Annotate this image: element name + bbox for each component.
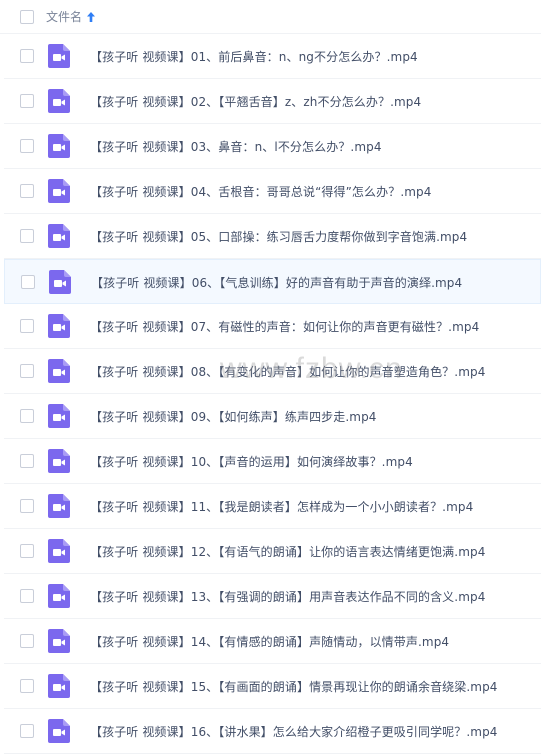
file-name[interactable]: 【孩子听 视频课】01、前后鼻音：n、ng不分怎么办？.mp4 xyxy=(90,48,418,65)
file-row-checkbox[interactable] xyxy=(20,679,34,693)
file-name[interactable]: 【孩子听 视频课】11、【我是朗读者】怎样成为一个小小朗读者？.mp4 xyxy=(90,498,473,515)
file-name[interactable]: 【孩子听 视频课】12、【有语气的朗诵】让你的语言表达情绪更饱满.mp4 xyxy=(90,543,485,560)
file-row[interactable]: 【孩子听 视频课】16、【讲水果】怎么给大家介绍橙子更吸引同学呢？.mp4 xyxy=(4,709,541,754)
file-row[interactable]: 【孩子听 视频课】13、【有强调的朗诵】用声音表达作品不同的含义.mp4 xyxy=(4,574,541,619)
file-row-checkbox[interactable] xyxy=(21,275,35,289)
file-name[interactable]: 【孩子听 视频课】08、【有变化的声音】如何让你的声音塑造角色？.mp4 xyxy=(90,363,485,380)
video-file-icon[interactable] xyxy=(48,314,70,338)
video-file-icon[interactable] xyxy=(48,44,70,68)
video-file-icon[interactable] xyxy=(48,494,70,518)
file-row-checkbox[interactable] xyxy=(20,319,34,333)
video-file-icon[interactable] xyxy=(48,719,70,743)
file-row[interactable]: 【孩子听 视频课】06、【气息训练】好的声音有助于声音的演绎.mp4 xyxy=(4,259,541,304)
file-row[interactable]: 【孩子听 视频课】12、【有语气的朗诵】让你的语言表达情绪更饱满.mp4 xyxy=(4,529,541,574)
file-row-checkbox[interactable] xyxy=(20,409,34,423)
file-row-checkbox[interactable] xyxy=(20,499,34,513)
file-row[interactable]: 【孩子听 视频课】05、口部操：练习唇舌力度帮你做到字音饱满.mp4 xyxy=(4,214,541,259)
file-row-checkbox[interactable] xyxy=(20,634,34,648)
file-name[interactable]: 【孩子听 视频课】10、【声音的运用】如何演绎故事？.mp4 xyxy=(90,453,413,470)
file-name[interactable]: 【孩子听 视频课】15、【有画面的朗诵】情景再现让你的朗诵余音绕梁.mp4 xyxy=(90,678,498,695)
video-file-icon[interactable] xyxy=(48,359,70,383)
file-row-checkbox[interactable] xyxy=(20,229,34,243)
video-file-icon[interactable] xyxy=(49,270,71,294)
file-name[interactable]: 【孩子听 视频课】16、【讲水果】怎么给大家介绍橙子更吸引同学呢？.mp4 xyxy=(90,723,498,740)
file-row-checkbox[interactable] xyxy=(20,364,34,378)
file-name[interactable]: 【孩子听 视频课】06、【气息训练】好的声音有助于声音的演绎.mp4 xyxy=(91,274,462,291)
file-row-checkbox[interactable] xyxy=(20,544,34,558)
file-list: 【孩子听 视频课】01、前后鼻音：n、ng不分怎么办？.mp4 【孩子听 视频课】… xyxy=(0,34,541,754)
file-row-checkbox[interactable] xyxy=(20,589,34,603)
file-name[interactable]: 【孩子听 视频课】07、有磁性的声音：如何让你的声音更有磁性？.mp4 xyxy=(90,318,479,335)
file-row[interactable]: 【孩子听 视频课】15、【有画面的朗诵】情景再现让你的朗诵余音绕梁.mp4 xyxy=(4,664,541,709)
file-name[interactable]: 【孩子听 视频课】02、【平翘舌音】z、zh不分怎么办？.mp4 xyxy=(90,93,421,110)
file-row-checkbox[interactable] xyxy=(20,724,34,738)
column-name-label: 文件名 xyxy=(46,10,83,24)
file-row[interactable]: 【孩子听 视频课】08、【有变化的声音】如何让你的声音塑造角色？.mp4 xyxy=(4,349,541,394)
file-name[interactable]: 【孩子听 视频课】05、口部操：练习唇舌力度帮你做到字音饱满.mp4 xyxy=(90,228,467,245)
video-file-icon[interactable] xyxy=(48,179,70,203)
file-name[interactable]: 【孩子听 视频课】14、【有情感的朗诵】声随情动，以情带声.mp4 xyxy=(90,633,449,650)
file-row[interactable]: 【孩子听 视频课】14、【有情感的朗诵】声随情动，以情带声.mp4 xyxy=(4,619,541,664)
file-row[interactable]: 【孩子听 视频课】07、有磁性的声音：如何让你的声音更有磁性？.mp4 xyxy=(4,304,541,349)
file-row-checkbox[interactable] xyxy=(20,49,34,63)
video-file-icon[interactable] xyxy=(48,449,70,473)
video-file-icon[interactable] xyxy=(48,584,70,608)
file-row-checkbox[interactable] xyxy=(20,454,34,468)
file-row[interactable]: 【孩子听 视频课】01、前后鼻音：n、ng不分怎么办？.mp4 xyxy=(4,34,541,79)
video-file-icon[interactable] xyxy=(48,674,70,698)
video-file-icon[interactable] xyxy=(48,89,70,113)
video-file-icon[interactable] xyxy=(48,629,70,653)
file-name[interactable]: 【孩子听 视频课】03、鼻音：n、l不分怎么办？.mp4 xyxy=(90,138,382,155)
file-row[interactable]: 【孩子听 视频课】03、鼻音：n、l不分怎么办？.mp4 xyxy=(4,124,541,169)
column-name-header[interactable]: 文件名 xyxy=(46,8,96,25)
file-name[interactable]: 【孩子听 视频课】09、【如何练声】练声四步走.mp4 xyxy=(90,408,377,425)
file-row-checkbox[interactable] xyxy=(20,139,34,153)
arrow-up-icon[interactable] xyxy=(86,11,96,23)
file-list-header: 文件名 xyxy=(0,0,541,34)
file-row[interactable]: 【孩子听 视频课】10、【声音的运用】如何演绎故事？.mp4 xyxy=(4,439,541,484)
file-name[interactable]: 【孩子听 视频课】04、舌根音：哥哥总说“得得”怎么办？.mp4 xyxy=(90,183,431,200)
video-file-icon[interactable] xyxy=(48,404,70,428)
file-row-checkbox[interactable] xyxy=(20,94,34,108)
file-row[interactable]: 【孩子听 视频课】04、舌根音：哥哥总说“得得”怎么办？.mp4 xyxy=(4,169,541,214)
video-file-icon[interactable] xyxy=(48,134,70,158)
video-file-icon[interactable] xyxy=(48,224,70,248)
file-name[interactable]: 【孩子听 视频课】13、【有强调的朗诵】用声音表达作品不同的含义.mp4 xyxy=(90,588,485,605)
file-row-checkbox[interactable] xyxy=(20,184,34,198)
video-file-icon[interactable] xyxy=(48,539,70,563)
file-row[interactable]: 【孩子听 视频课】09、【如何练声】练声四步走.mp4 xyxy=(4,394,541,439)
select-all-checkbox[interactable] xyxy=(20,10,34,24)
file-row[interactable]: 【孩子听 视频课】02、【平翘舌音】z、zh不分怎么办？.mp4 xyxy=(4,79,541,124)
file-row[interactable]: 【孩子听 视频课】11、【我是朗读者】怎样成为一个小小朗读者？.mp4 xyxy=(4,484,541,529)
